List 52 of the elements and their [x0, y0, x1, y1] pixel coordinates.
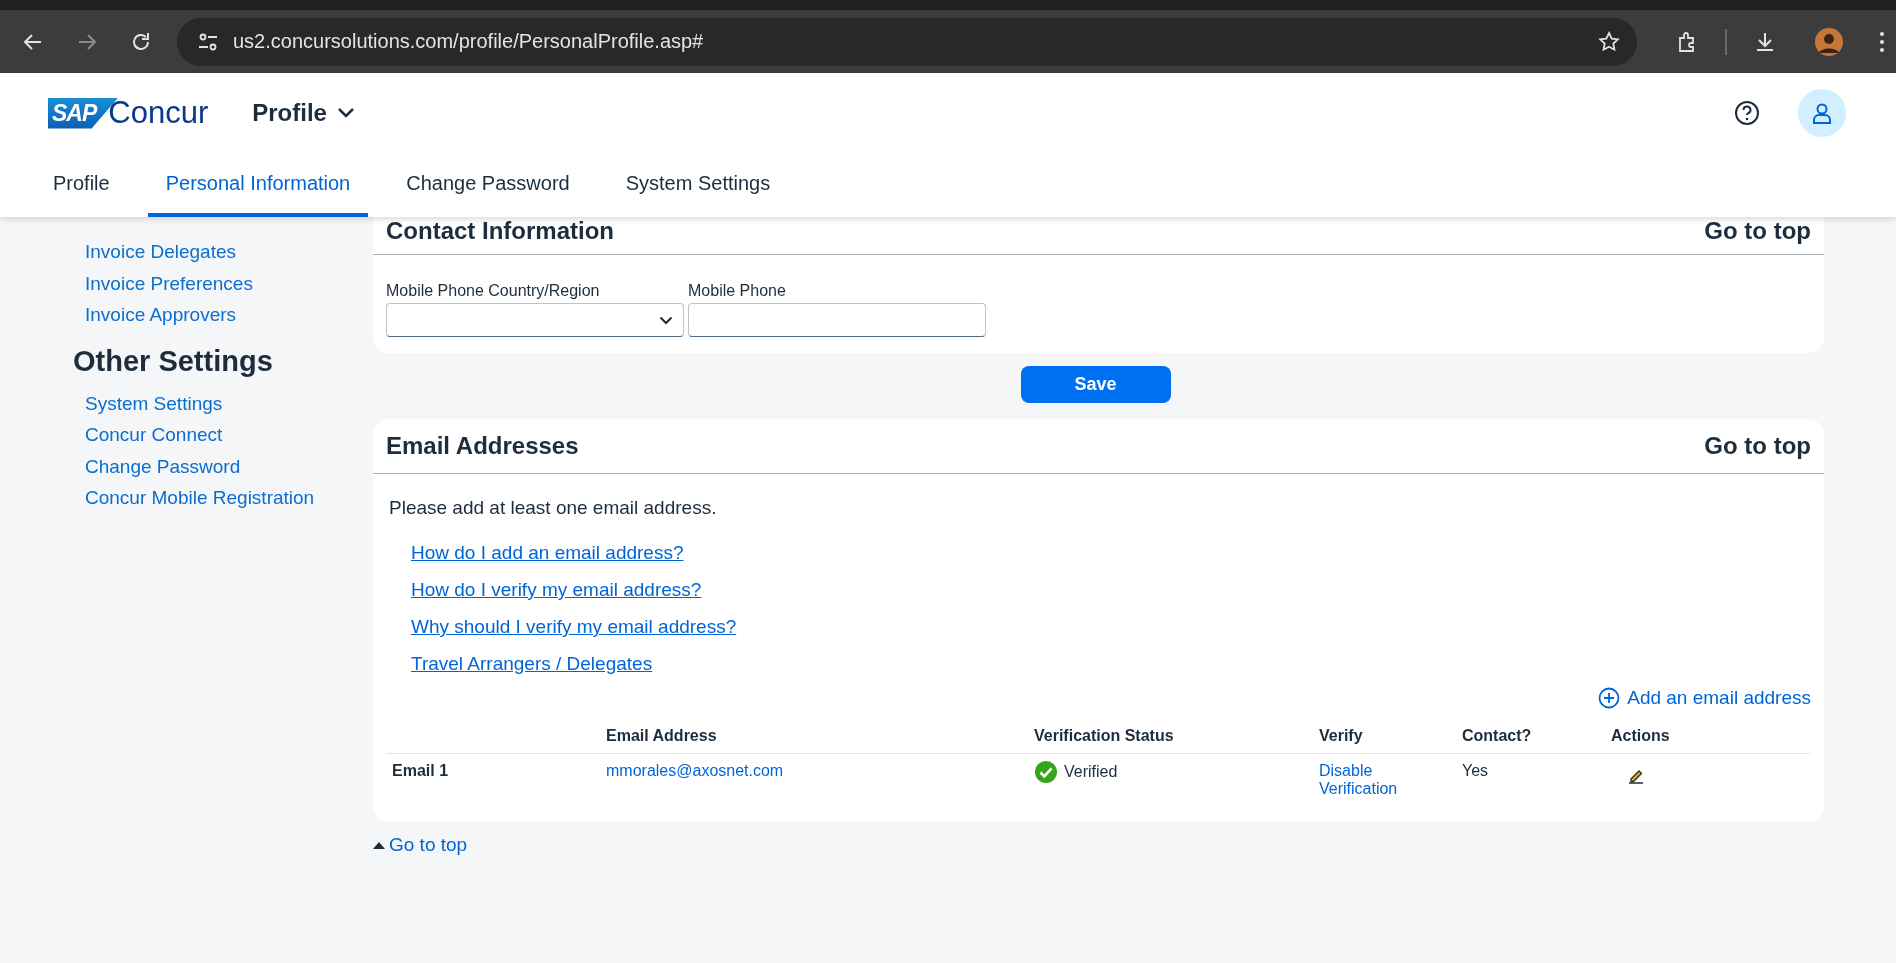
email-link[interactable]: mmorales@axosnet.com: [606, 762, 784, 779]
chevron-down-icon: [336, 107, 355, 119]
tab[interactable]: Profile: [35, 153, 128, 217]
sidebar-link[interactable]: Invoice Delegates: [85, 236, 373, 268]
module-menu[interactable]: Profile: [252, 99, 355, 127]
field-label: Mobile Phone Country/Region: [386, 282, 601, 300]
tab[interactable]: System Settings: [607, 153, 789, 217]
table-cell: Email 1: [386, 753, 600, 808]
more-menu-icon[interactable]: [1879, 30, 1885, 53]
tab[interactable]: Change Password: [388, 153, 588, 217]
save-button[interactable]: Save: [1020, 366, 1171, 403]
dropdown-field[interactable]: [386, 303, 684, 337]
column-header: Email Address: [600, 719, 1028, 754]
sidebar-link[interactable]: Concur Connect: [85, 419, 373, 451]
person-icon: [1810, 101, 1834, 125]
chevron-down-icon: [659, 315, 673, 325]
status-text: Verified: [1064, 763, 1118, 781]
verify-link[interactable]: Disable Verification: [1319, 762, 1409, 798]
go-to-top-link[interactable]: Go to top: [373, 834, 468, 856]
caret-up-icon: [373, 841, 385, 849]
help-link[interactable]: Travel Arrangers / Delegates: [411, 650, 653, 678]
url-text: us2.concursolutions.com/profile/PersonalProfile.asp#: [233, 30, 705, 53]
help-link[interactable]: Why should I verify my email address?: [411, 613, 737, 641]
column-header: Verification Status: [1028, 719, 1313, 754]
help-link[interactable]: How do I verify my email address?: [411, 576, 702, 604]
column-header: Contact?: [1456, 719, 1605, 754]
star-icon[interactable]: [1597, 29, 1621, 54]
column-header: Actions: [1605, 719, 1810, 754]
brand-name: Concur: [108, 95, 209, 131]
field-label: Mobile Phone: [688, 282, 787, 300]
input-field[interactable]: [688, 303, 986, 337]
sidebar-heading: Other Settings: [73, 344, 274, 378]
help-link[interactable]: How do I add an email address?: [411, 539, 684, 567]
address-bar[interactable]: us2.concursolutions.com/profile/PersonalProfile.asp#: [177, 17, 1637, 66]
profile-avatar-icon[interactable]: [1815, 27, 1843, 56]
section-title: Contact Information: [386, 217, 614, 245]
add-email-link[interactable]: Add an email address: [1598, 687, 1811, 709]
sidebar-link[interactable]: Invoice Approvers: [85, 299, 373, 331]
table-cell: Yes: [1456, 753, 1605, 808]
plus-circle-icon: [1598, 687, 1621, 709]
sidebar-link[interactable]: Concur Mobile Registration: [85, 482, 373, 514]
go-to-top-link[interactable]: Go to top: [1704, 217, 1811, 245]
help-icon[interactable]: [1734, 100, 1760, 126]
user-avatar[interactable]: [1798, 89, 1846, 137]
tab[interactable]: Personal Information: [147, 153, 369, 217]
sidebar-link[interactable]: Change Password: [85, 450, 373, 482]
go-to-top-link[interactable]: Go to top: [1704, 432, 1811, 460]
intro-text: Please add at least one email address.: [389, 497, 718, 519]
section-title: Email Addresses: [386, 432, 579, 460]
sidebar-link[interactable]: System Settings: [85, 387, 373, 419]
column-header: Verify: [1313, 719, 1456, 754]
sidebar-link[interactable]: Invoice Preferences: [85, 267, 373, 299]
